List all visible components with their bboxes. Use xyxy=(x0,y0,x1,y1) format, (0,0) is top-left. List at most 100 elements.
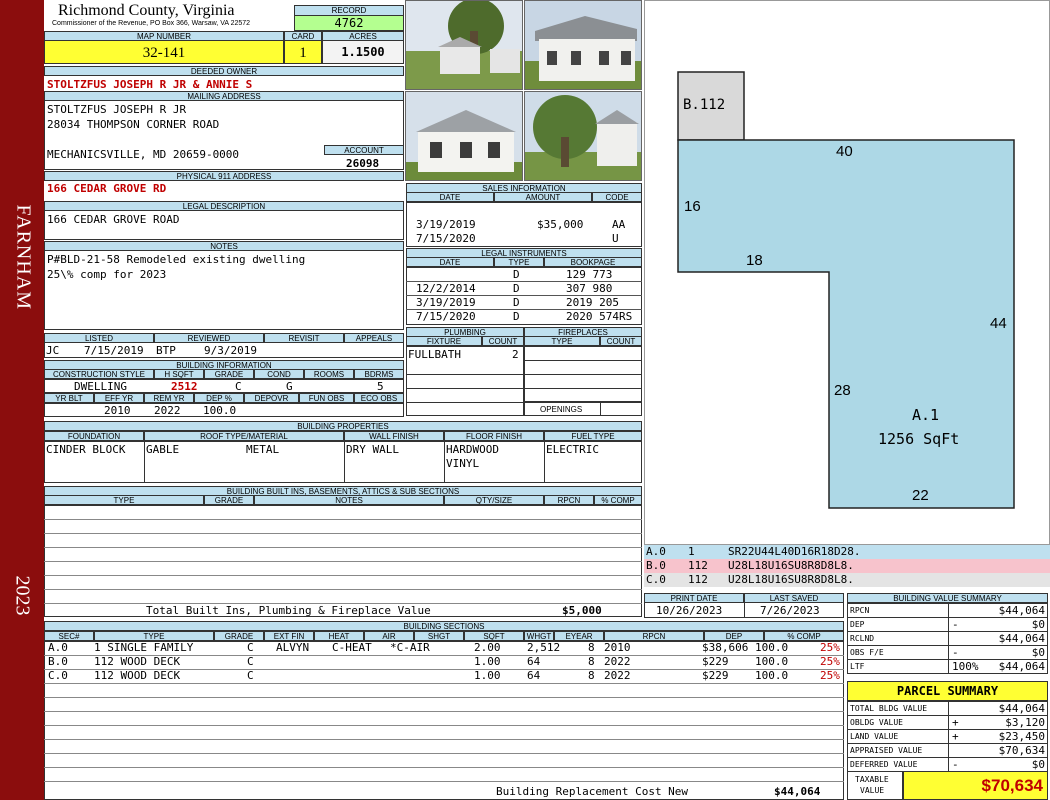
vector-row: A.0 1 SR22U44L40D16R18D28. xyxy=(644,545,1050,559)
section-comp: 25% xyxy=(820,641,840,654)
column-header: GRADE xyxy=(214,631,264,641)
value-summary-row: DEP - $0 xyxy=(847,617,1048,632)
section-ext: ALVYN xyxy=(276,641,310,654)
sketch-dim-28: 28 xyxy=(834,382,851,399)
row-divider xyxy=(44,739,844,740)
column-header: AIR xyxy=(364,631,414,641)
vector-code: U28L18U16SU8R8D8L8. xyxy=(728,573,854,586)
section-grade: C xyxy=(247,641,254,654)
parcel-row: DEFERRED VALUE - $0 xyxy=(847,757,1048,772)
vector-code: SR22U44L40D16R18D28. xyxy=(728,545,861,558)
column-header: DEP xyxy=(704,631,764,641)
row-divider xyxy=(406,295,642,296)
value-summary-rows: RPCN $44,064 DEP - $0 RCLND $44,064 OBS F/E - $0 L… xyxy=(847,603,1048,675)
builtins-headers: TYPE GRADE NOTES QTY/SIZE RPCN% COMP xyxy=(44,495,642,505)
value-summary-value: $44,064 xyxy=(998,604,1045,617)
value-summary-row: RCLND $44,064 xyxy=(847,631,1048,646)
column-header: FOUNDATION xyxy=(44,431,144,441)
legal-instruments-headers: DATE TYPE BOOKPAGE xyxy=(406,257,642,267)
mailing-line3: MECHANICSVILLE, MD 20659-0000 xyxy=(47,148,240,161)
value-summary-sign: - xyxy=(952,646,959,659)
column-header: SQFT xyxy=(464,631,524,641)
replacement-cost-label: Building Replacement Cost New xyxy=(496,785,689,798)
openings-box xyxy=(524,402,642,416)
column-divider xyxy=(948,646,949,660)
row-divider xyxy=(44,561,642,562)
value-summary-key: OBS F/E xyxy=(850,648,884,657)
parcel-value: $70,634 xyxy=(998,744,1045,757)
parcel-key: TOTAL BLDG VALUE xyxy=(850,704,928,713)
parcel-row: LAND VALUE + $23,450 xyxy=(847,729,1048,744)
section-eyear: 2022 xyxy=(604,655,631,668)
year-label: 2023 xyxy=(11,575,34,616)
column-divider xyxy=(948,716,949,730)
section-sqft: 64 xyxy=(527,669,541,682)
parcel-key: APPRAISED VALUE xyxy=(850,746,923,755)
vector-row: B.0 112 U28L18U16SU8R8D8L8. xyxy=(644,559,1050,573)
parcel-sign: - xyxy=(952,758,959,771)
vector-sec: C.0 xyxy=(646,573,666,586)
section-shgt: 1.00 xyxy=(474,669,501,682)
column-header: EYEAR xyxy=(554,631,604,641)
column-divider xyxy=(948,632,949,646)
sales-code: U xyxy=(612,232,619,245)
floor-finish-value-1: HARDWOOD xyxy=(446,443,499,456)
section-grade: C xyxy=(247,655,254,668)
value-summary-sign: - xyxy=(952,618,959,631)
sketch-dim-16: 16 xyxy=(684,198,701,215)
vector-num: 112 xyxy=(688,573,708,586)
column-header: DATE xyxy=(406,192,494,202)
column-divider xyxy=(948,758,949,772)
column-header: GRADE xyxy=(204,369,254,379)
instrument-bookpage: 2019 205 xyxy=(566,296,619,309)
parcel-row: OBLDG VALUE + $3,120 xyxy=(847,715,1048,730)
notes-line1: P#BLD-21-58 Remodeled existing dwelling xyxy=(47,253,306,266)
column-header: RPCN xyxy=(604,631,704,641)
section-type: 1 SINGLE FAMILY xyxy=(94,641,194,654)
section-air: *C-AIR xyxy=(390,641,430,654)
parcel-value: $3,120 xyxy=(1005,716,1045,729)
sketch-dim-18: 18 xyxy=(746,252,763,269)
listed-by: JC xyxy=(46,344,60,357)
sales-headers: DATE AMOUNT CODE xyxy=(406,192,642,202)
section-eyear: 2010 xyxy=(604,641,631,654)
fireplace-count-header: COUNT xyxy=(600,336,642,346)
column-header: ROOMS xyxy=(304,369,354,379)
column-header: CONSTRUCTION STYLE xyxy=(44,369,154,379)
section-shgt: 2.00 xyxy=(474,641,501,654)
plumbing-count: 2 xyxy=(512,348,519,361)
parcel-value: $23,450 xyxy=(998,730,1045,743)
instrument-type: D xyxy=(513,282,520,295)
section-sqft: 64 xyxy=(527,655,541,668)
rem-yr: 2022 xyxy=(154,404,181,417)
county-title: Richmond County, Virginia xyxy=(58,2,235,19)
building-properties-headers: FOUNDATION ROOF TYPE/MATERIAL WALL FINISH F… xyxy=(44,431,642,441)
row-divider xyxy=(44,725,844,726)
value-summary-row: LTF 100% $44,064 xyxy=(847,659,1048,674)
section-sec: A.0 xyxy=(48,641,68,654)
row-divider xyxy=(44,547,642,548)
parcel-key: LAND VALUE xyxy=(850,732,899,741)
column-header: TYPE xyxy=(44,495,204,505)
map-number-value: 32-141 xyxy=(44,40,284,64)
section-comp: 25% xyxy=(820,655,840,668)
left-sidebar xyxy=(0,0,44,800)
instrument-type: D xyxy=(513,268,520,281)
photo-1 xyxy=(405,0,523,90)
sales-rows: 3/19/2019 $35,000 AA 7/15/2020 U xyxy=(406,202,642,247)
photo-3 xyxy=(405,91,523,181)
section-whgt: 8 xyxy=(588,655,595,668)
sales-date: 7/15/2020 xyxy=(416,232,476,245)
row-divider xyxy=(44,781,844,782)
record-value: 4762 xyxy=(294,15,404,31)
value-summary-key: LTF xyxy=(850,662,865,671)
section-comp: 25% xyxy=(820,669,840,682)
instrument-date: 12/2/2014 xyxy=(416,282,476,295)
column-header: NOTES xyxy=(254,495,444,505)
instrument-date: 3/19/2019 xyxy=(416,296,476,309)
column-header: % COMP xyxy=(594,495,642,505)
dep-percent: 100.0 xyxy=(203,404,237,417)
value-summary-value: $44,064 xyxy=(998,660,1045,673)
value-summary-row: OBS F/E - $0 xyxy=(847,645,1048,660)
column-header: AMOUNT xyxy=(494,192,592,202)
